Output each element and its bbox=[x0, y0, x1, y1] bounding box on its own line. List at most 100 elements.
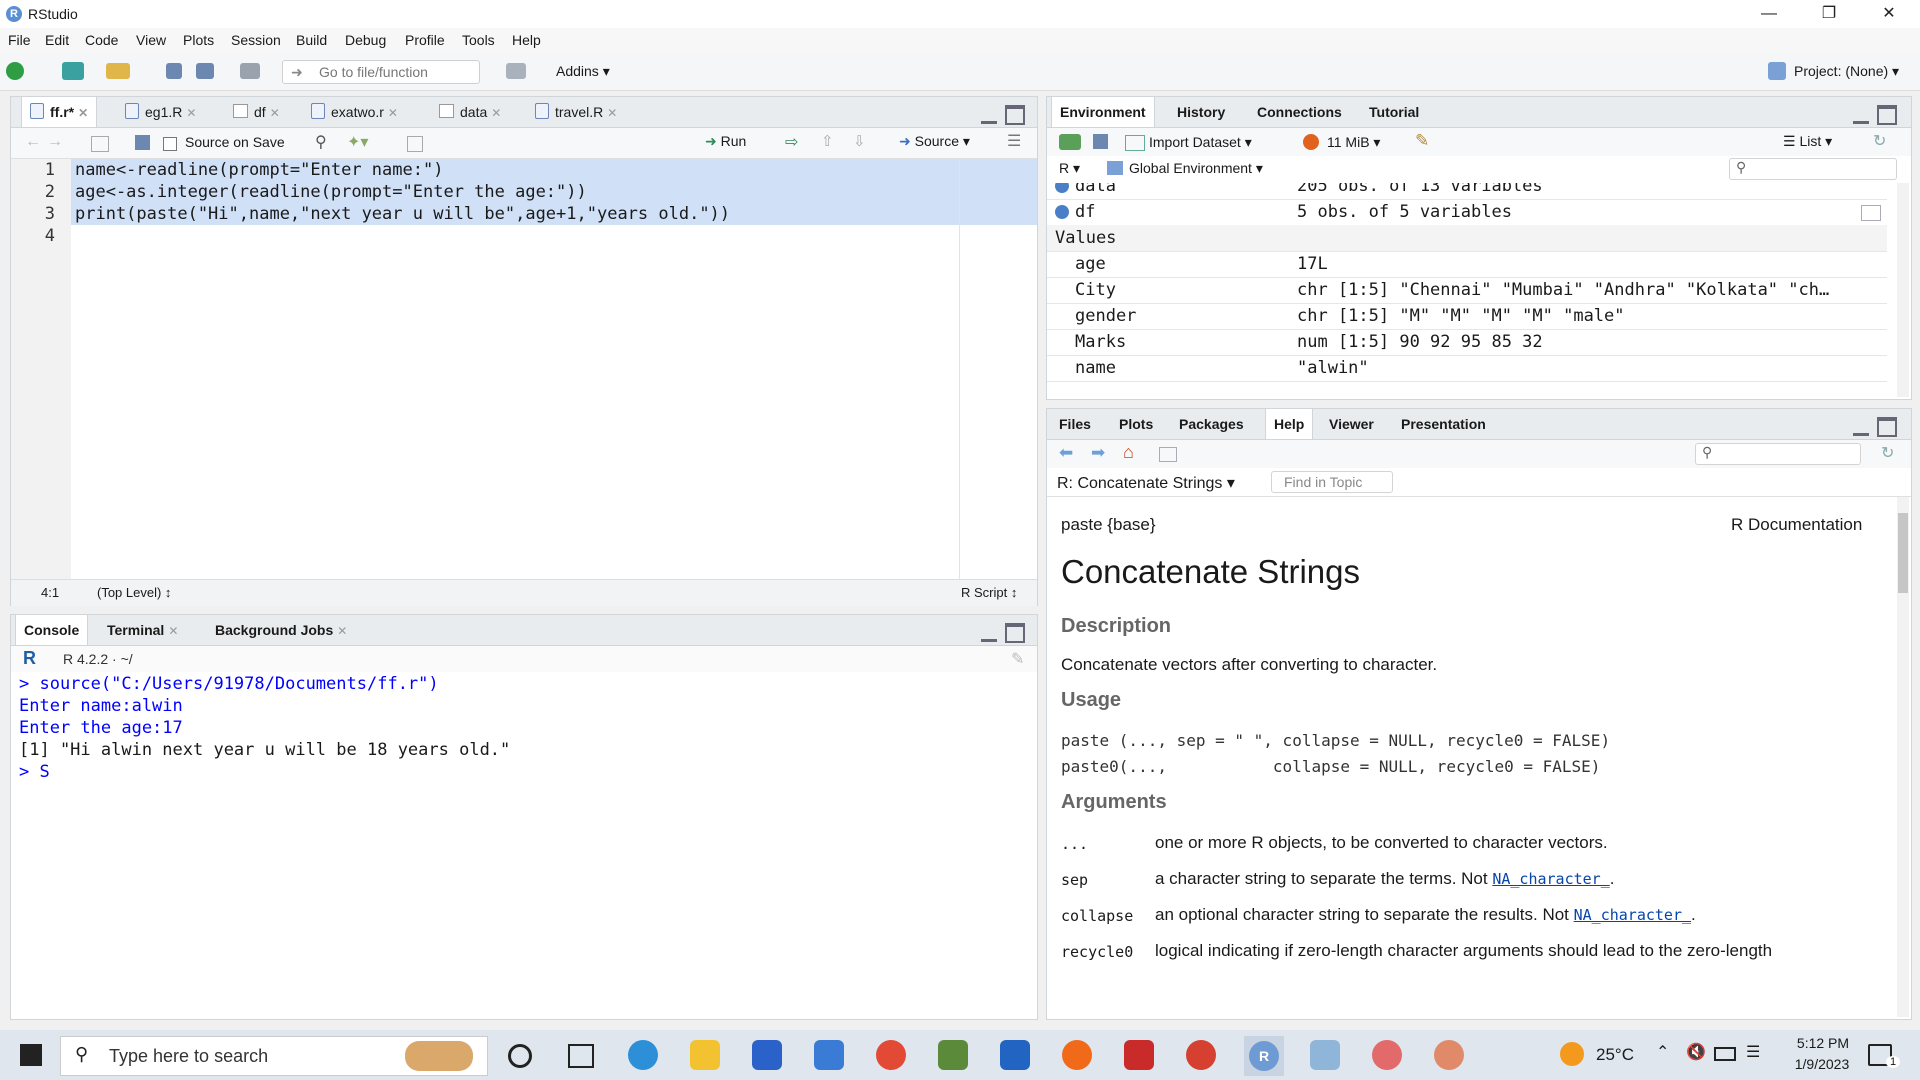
mail-icon[interactable] bbox=[814, 1040, 844, 1070]
refresh-icon[interactable]: ↻ bbox=[1873, 131, 1886, 151]
store-icon[interactable] bbox=[752, 1040, 782, 1070]
grid-layout-icon[interactable] bbox=[506, 63, 526, 79]
file-explorer-icon[interactable] bbox=[690, 1040, 720, 1070]
language-selector[interactable]: R ▾ bbox=[1059, 160, 1080, 177]
project-menu[interactable]: Project: (None) ▾ bbox=[1794, 63, 1899, 80]
chrome-icon[interactable] bbox=[876, 1040, 906, 1070]
tab-plots[interactable]: Plots bbox=[1111, 409, 1161, 439]
env-row[interactable]: Marks num [1:5] 90 92 95 85 32 bbox=[1047, 329, 1887, 356]
chrome-profile-icon[interactable] bbox=[1186, 1040, 1216, 1070]
tab-eg1-r[interactable]: eg1.R ✕ bbox=[117, 97, 204, 127]
menu-profile[interactable]: Profile bbox=[405, 32, 445, 48]
help-scrollbar[interactable] bbox=[1897, 497, 1909, 1017]
rerun-icon[interactable]: ⇨ bbox=[785, 132, 798, 152]
cortana-icon[interactable] bbox=[508, 1044, 532, 1068]
menu-help[interactable]: Help bbox=[512, 32, 541, 48]
env-row[interactable]: df 5 obs. of 5 variables bbox=[1047, 199, 1887, 226]
scope-selector[interactable]: Global Environment ▾ bbox=[1129, 160, 1263, 177]
run-button[interactable]: ➜ Run bbox=[705, 133, 746, 150]
tab-help[interactable]: Help bbox=[1265, 409, 1314, 439]
outline-icon[interactable]: ☰ bbox=[1007, 131, 1021, 151]
windows-start-icon[interactable] bbox=[20, 1044, 42, 1066]
expand-icon[interactable] bbox=[1055, 205, 1069, 219]
clock-time[interactable]: 5:12 PM bbox=[1788, 1035, 1858, 1051]
menu-debug[interactable]: Debug bbox=[345, 32, 386, 48]
maximize-pane-icon[interactable] bbox=[1005, 623, 1025, 643]
tab-background-jobs[interactable]: Background Jobs ✕ bbox=[207, 615, 355, 645]
tab-viewer[interactable]: Viewer bbox=[1321, 409, 1382, 439]
battery-icon[interactable] bbox=[1714, 1047, 1736, 1061]
menu-code[interactable]: Code bbox=[85, 32, 118, 48]
menu-session[interactable]: Session bbox=[231, 32, 281, 48]
minimize-button[interactable]: — bbox=[1746, 0, 1792, 28]
back-arrow-icon[interactable]: ← bbox=[25, 133, 41, 151]
tray-chevron-icon[interactable]: ⌃ bbox=[1656, 1042, 1669, 1062]
tab-data[interactable]: data ✕ bbox=[431, 97, 509, 127]
print-icon[interactable] bbox=[240, 63, 260, 79]
tab-files[interactable]: Files bbox=[1051, 409, 1099, 439]
weather-temp[interactable]: 25°C bbox=[1596, 1045, 1634, 1065]
scope-selector[interactable]: (Top Level) ↕ bbox=[97, 585, 171, 600]
save-icon[interactable] bbox=[135, 135, 150, 150]
go-down-icon[interactable]: ⇩ bbox=[853, 132, 866, 150]
view-table-icon[interactable] bbox=[1861, 205, 1881, 221]
tab-environment[interactable]: Environment bbox=[1051, 97, 1155, 127]
view-mode-menu[interactable]: ☰ List ▾ bbox=[1783, 133, 1832, 150]
env-row[interactable]: gender chr [1:5] "M" "M" "M" "M" "male" bbox=[1047, 303, 1887, 330]
env-row[interactable]: City chr [1:5] "Chennai" "Mumbai" "Andhra… bbox=[1047, 277, 1887, 304]
load-workspace-icon[interactable] bbox=[1059, 134, 1081, 150]
tab-exatwo-r[interactable]: exatwo.r ✕ bbox=[303, 97, 406, 127]
console-prompt-line[interactable]: > S bbox=[19, 761, 50, 783]
show-in-window-icon[interactable] bbox=[1159, 447, 1177, 462]
wifi-icon[interactable]: ☰ bbox=[1746, 1042, 1760, 1062]
source-button[interactable]: ➜ Source ▾ bbox=[899, 133, 970, 150]
code-area[interactable]: 1 2 3 4 name<-readline(prompt="Enter nam… bbox=[11, 159, 1037, 579]
addins-menu[interactable]: Addins ▾ bbox=[556, 63, 610, 80]
scroll-thumb[interactable] bbox=[1898, 513, 1908, 593]
menu-view[interactable]: View bbox=[136, 32, 166, 48]
close-tab-icon[interactable]: ✕ bbox=[491, 106, 501, 120]
na-character-link[interactable]: NA_character_ bbox=[1574, 906, 1691, 924]
close-button[interactable]: ✕ bbox=[1866, 0, 1912, 28]
app-icon[interactable] bbox=[1124, 1040, 1154, 1070]
console-output[interactable]: > source("C:/Users/91978/Documents/ff.r"… bbox=[11, 673, 1037, 1019]
app-icon[interactable] bbox=[1372, 1040, 1402, 1070]
menu-tools[interactable]: Tools bbox=[462, 32, 495, 48]
tab-console[interactable]: Console bbox=[15, 615, 89, 645]
environment-search-input[interactable]: ⚲ bbox=[1729, 158, 1897, 180]
speaker-muted-icon[interactable]: 🔇 bbox=[1686, 1042, 1706, 1062]
close-tab-icon[interactable]: ✕ bbox=[607, 106, 617, 120]
maximize-pane-icon[interactable] bbox=[1005, 105, 1025, 125]
find-in-topic-input[interactable]: Find in Topic bbox=[1271, 471, 1393, 493]
app-icon[interactable] bbox=[938, 1040, 968, 1070]
tab-packages[interactable]: Packages bbox=[1171, 409, 1252, 439]
environment-scrollbar[interactable] bbox=[1897, 183, 1909, 397]
menu-file[interactable]: File bbox=[8, 32, 31, 48]
edge-icon[interactable] bbox=[628, 1040, 658, 1070]
compile-report-icon[interactable] bbox=[407, 136, 423, 152]
maximize-pane-icon[interactable] bbox=[1877, 105, 1897, 125]
menu-plots[interactable]: Plots bbox=[183, 32, 214, 48]
close-tab-icon[interactable]: ✕ bbox=[388, 106, 398, 120]
menu-edit[interactable]: Edit bbox=[45, 32, 69, 48]
menu-build[interactable]: Build bbox=[296, 32, 327, 48]
close-tab-icon[interactable]: ✕ bbox=[186, 106, 196, 120]
forward-arrow-icon[interactable]: → bbox=[47, 133, 63, 151]
minimize-pane-icon[interactable] bbox=[981, 107, 997, 124]
import-dataset-menu[interactable]: Import Dataset ▾ bbox=[1149, 134, 1252, 151]
new-file-icon[interactable] bbox=[6, 62, 24, 80]
minimize-pane-icon[interactable] bbox=[1853, 419, 1869, 436]
source-on-save-checkbox[interactable] bbox=[163, 137, 177, 151]
tab-terminal[interactable]: Terminal ✕ bbox=[99, 615, 186, 645]
help-search-input[interactable]: ⚲ bbox=[1695, 443, 1861, 465]
tab-ff-r[interactable]: ff.r* ✕ bbox=[21, 97, 98, 127]
save-icon[interactable] bbox=[166, 63, 182, 79]
taskbar-search-box[interactable]: ⚲ Type here to search bbox=[60, 1036, 488, 1076]
rstudio-taskbar-item[interactable]: R bbox=[1244, 1036, 1284, 1076]
topic-selector[interactable]: R: Concatenate Strings ▾ bbox=[1057, 473, 1235, 493]
env-row[interactable]: age 17L bbox=[1047, 251, 1887, 278]
tab-travel-r[interactable]: travel.R ✕ bbox=[527, 97, 625, 127]
search-icon[interactable]: ⚲ bbox=[315, 132, 327, 152]
tab-df[interactable]: df ✕ bbox=[225, 97, 288, 127]
refresh-icon[interactable]: ↻ bbox=[1881, 443, 1894, 463]
